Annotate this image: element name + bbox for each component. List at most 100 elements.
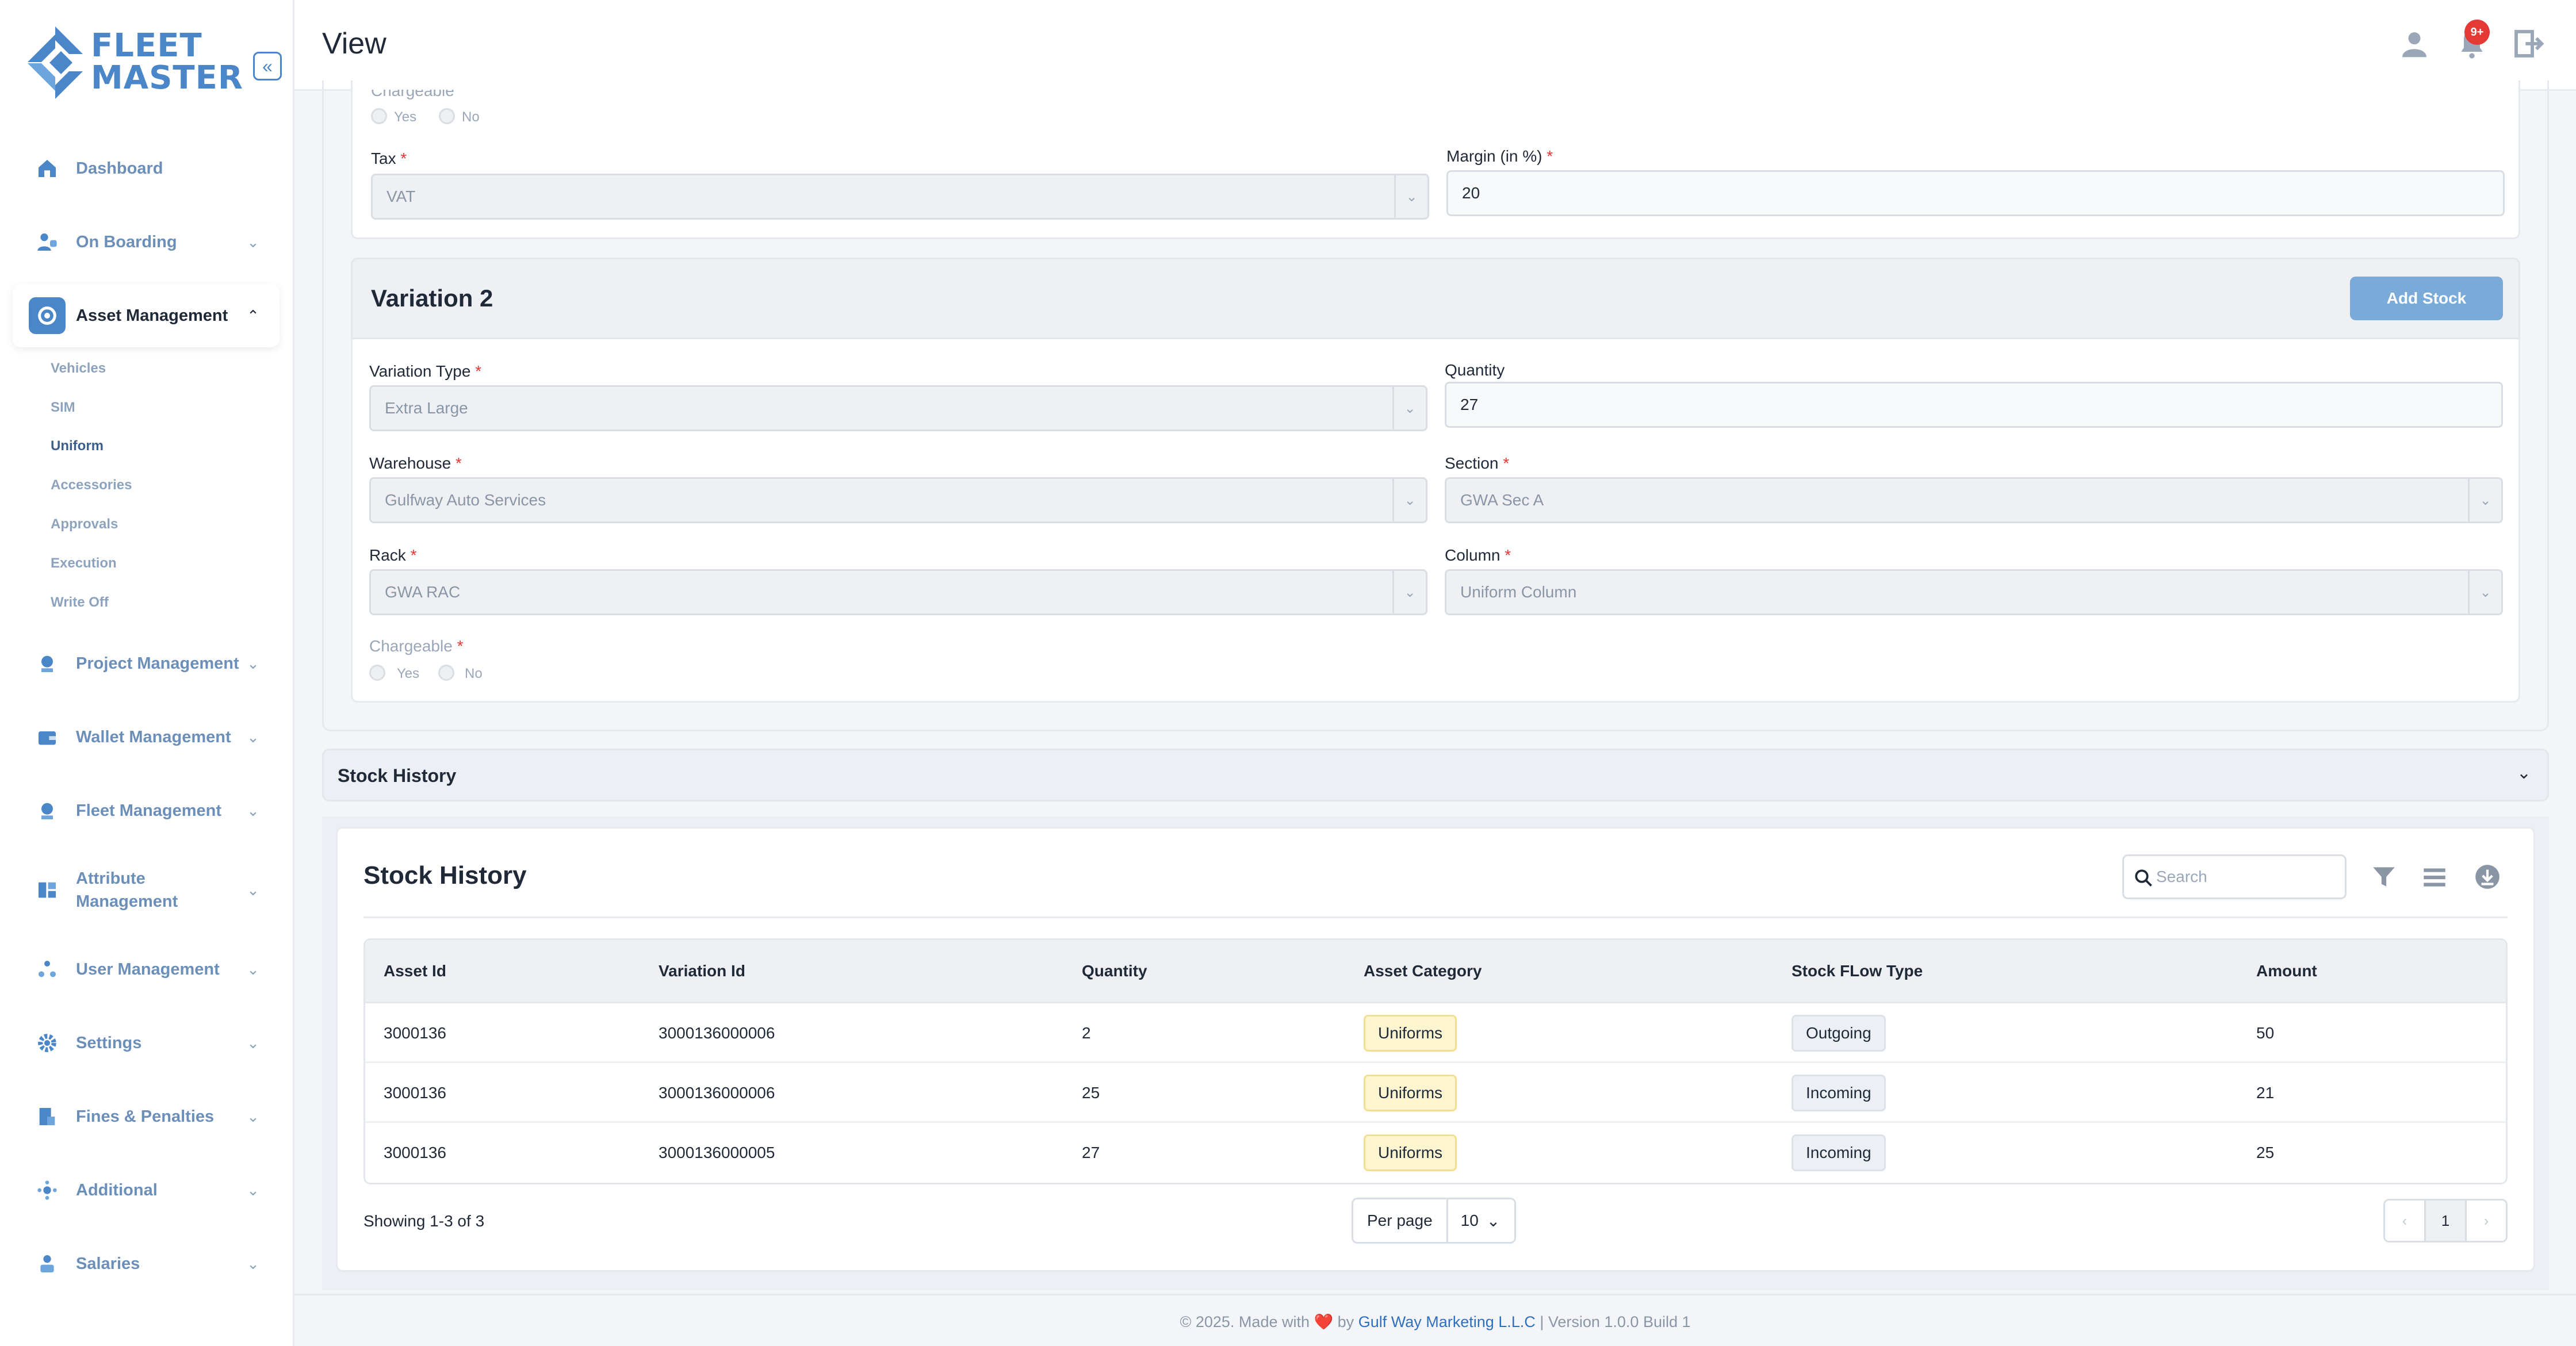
filter-icon[interactable] xyxy=(2370,862,2398,891)
chevron-down-icon: ⌄ xyxy=(247,802,259,819)
per-page-select[interactable]: Per page 10 ⌄ xyxy=(1352,1198,1516,1244)
chevron-down-icon: ⌄ xyxy=(247,960,259,978)
quantity-label: Quantity xyxy=(1445,361,1505,379)
sidebar-item-asset-management[interactable]: Asset Management ⌃ xyxy=(13,284,280,347)
sidebar-item-label: Additional xyxy=(76,1181,158,1199)
fleet-master-logo[interactable]: FLEET MASTER xyxy=(26,25,245,106)
sidebar-item-project-management[interactable]: Project Management ⌄ xyxy=(13,632,280,695)
sidebar-item-settings[interactable]: Settings ⌄ xyxy=(13,1011,280,1075)
double-chevron-left-icon: « xyxy=(262,55,273,76)
chevron-down-icon: ⌄ xyxy=(1394,175,1427,218)
chevron-left-icon[interactable]: ‹ xyxy=(2385,1201,2424,1241)
download-icon[interactable] xyxy=(2473,862,2502,891)
add-stock-button[interactable]: Add Stock xyxy=(2350,277,2503,320)
accordion-title: Stock History xyxy=(338,765,457,786)
logout-icon[interactable] xyxy=(2512,28,2544,60)
chargeable-label: Chargeable xyxy=(371,82,454,99)
chevron-up-icon: ⌃ xyxy=(247,306,259,324)
sidebar-item-label: Dashboard xyxy=(76,159,163,178)
stock-history-accordion[interactable]: Stock History ⌄ xyxy=(322,749,2549,802)
sidebar-item-additional[interactable]: Additional ⌄ xyxy=(13,1159,280,1222)
sidebar-item-on-boarding[interactable]: On Boarding ⌄ xyxy=(13,210,280,274)
sidebar-item-label: User Management xyxy=(76,960,220,979)
page-title: View xyxy=(322,27,386,60)
tax-value: VAT xyxy=(386,187,416,205)
salaries-icon xyxy=(29,1245,66,1282)
column-header-amount[interactable]: Amount xyxy=(2256,962,2317,980)
sidebar-subitem-approvals[interactable]: Approvals xyxy=(51,516,118,532)
pagination-summary: Showing 1-3 of 3 xyxy=(363,1212,485,1230)
sidebar-subitem-sim[interactable]: SIM xyxy=(51,400,75,416)
page-button-current[interactable]: 1 xyxy=(2424,1201,2467,1241)
chargeable-no-radio[interactable] xyxy=(439,108,455,124)
tax-select[interactable]: VAT ⌄ xyxy=(371,174,1429,220)
flow-type-badge: Outgoing xyxy=(1792,1015,1886,1052)
sidebar-item-wallet-management[interactable]: Wallet Management ⌄ xyxy=(13,705,280,769)
chevron-down-icon: ⌄ xyxy=(247,1107,259,1125)
chevron-right-icon[interactable]: › xyxy=(2467,1201,2506,1241)
sidebar-subitem-accessories[interactable]: Accessories xyxy=(51,477,132,493)
column-header-quantity[interactable]: Quantity xyxy=(1082,962,1147,980)
table-row[interactable]: 3000136 3000136000006 2 Uniforms Outgoin… xyxy=(365,1003,2506,1063)
user-profile-icon[interactable] xyxy=(2398,28,2430,60)
sidebar-item-label: Asset Management xyxy=(76,306,228,325)
sidebar-subitem-uniform[interactable]: Uniform xyxy=(51,438,104,454)
chargeable-yes-radio[interactable] xyxy=(369,665,385,681)
columns-icon[interactable] xyxy=(2420,862,2449,891)
search-input[interactable]: Search xyxy=(2122,854,2347,899)
column-header-stock-flow-type[interactable]: Stock FLow Type xyxy=(1792,962,1923,980)
chevron-down-icon: ⌄ xyxy=(247,1034,259,1052)
topbar: View xyxy=(294,0,2576,91)
chargeable-no-radio[interactable] xyxy=(438,665,454,681)
chargeable-yes-radio[interactable] xyxy=(371,108,387,124)
variation-2-header: Variation 2 Add Stock xyxy=(351,258,2520,339)
sidebar-item-user-management[interactable]: User Management ⌄ xyxy=(13,938,280,1001)
chevron-down-icon: ⌄ xyxy=(247,654,259,672)
chevron-down-icon: ⌄ xyxy=(247,1255,259,1272)
warehouse-select[interactable]: Gulfway Auto Services ⌄ xyxy=(369,477,1427,523)
company-link[interactable]: Gulf Way Marketing L.L.C xyxy=(1358,1313,1536,1330)
home-icon xyxy=(29,150,66,187)
sidebar-item-fleet-management[interactable]: Fleet Management ⌄ xyxy=(13,779,280,842)
quantity-input[interactable]: 27 xyxy=(1445,382,2503,428)
chevron-down-icon: ⌄ xyxy=(2468,571,2501,613)
table-row[interactable]: 3000136 3000136000006 25 Uniforms Incomi… xyxy=(365,1063,2506,1123)
category-badge: Uniforms xyxy=(1364,1075,1457,1111)
sidebar-subitem-vehicles[interactable]: Vehicles xyxy=(51,361,106,377)
sidebar-subitem-write-off[interactable]: Write Off xyxy=(51,595,109,611)
column-select[interactable]: Uniform Column ⌄ xyxy=(1445,569,2503,615)
search-icon xyxy=(2135,869,2152,887)
pagination: ‹ 1 › xyxy=(2383,1199,2508,1243)
wallet-icon xyxy=(29,719,66,756)
column-header-asset-category[interactable]: Asset Category xyxy=(1364,962,1482,980)
rack-select[interactable]: GWA RAC ⌄ xyxy=(369,569,1427,615)
margin-input[interactable]: 20 xyxy=(1446,170,2505,216)
tax-label: Tax * xyxy=(371,149,407,167)
chargeable-label: Chargeable * xyxy=(369,637,464,655)
column-value: Uniform Column xyxy=(1460,583,1577,601)
sidebar-subitem-execution[interactable]: Execution xyxy=(51,555,117,572)
column-header-variation-id[interactable]: Variation Id xyxy=(659,962,745,980)
variation-type-select[interactable]: Extra Large ⌄ xyxy=(369,385,1427,431)
footer-version: | Version 1.0.0 Build 1 xyxy=(1540,1313,1691,1330)
chargeable-no-label: No xyxy=(462,109,480,125)
asset-icon xyxy=(29,297,66,334)
sidebar-item-salaries[interactable]: Salaries ⌄ xyxy=(13,1232,280,1295)
sidebar-item-attribute-management[interactable]: Attribute Management ⌄ xyxy=(13,858,280,922)
heart-icon: ❤️ xyxy=(1314,1313,1334,1330)
amount-cell: 25 xyxy=(2256,1144,2275,1161)
sidebar-item-dashboard[interactable]: Dashboard xyxy=(13,137,280,200)
table-header: Asset Id Variation Id Quantity Asset Cat… xyxy=(365,940,2506,1003)
collapse-sidebar-button[interactable]: « xyxy=(253,52,282,80)
column-header-asset-id[interactable]: Asset Id xyxy=(384,962,446,980)
footer: © 2025. Made with ❤️ by Gulf Way Marketi… xyxy=(294,1294,2576,1346)
chargeable-no-label: No xyxy=(465,666,483,681)
notification-badge: 9+ xyxy=(2464,20,2490,45)
chevron-down-icon: ⌄ xyxy=(2468,479,2501,521)
sidebar-item-label: Fines & Penalties xyxy=(76,1107,215,1126)
section-select[interactable]: GWA Sec A ⌄ xyxy=(1445,477,2503,523)
sidebar-item-fines-penalties[interactable]: Fines & Penalties ⌄ xyxy=(13,1085,280,1148)
chargeable-yes-label: Yes xyxy=(394,109,417,125)
table-row[interactable]: 3000136 3000136000005 27 Uniforms Incomi… xyxy=(365,1123,2506,1183)
search-placeholder: Search xyxy=(2156,868,2207,885)
